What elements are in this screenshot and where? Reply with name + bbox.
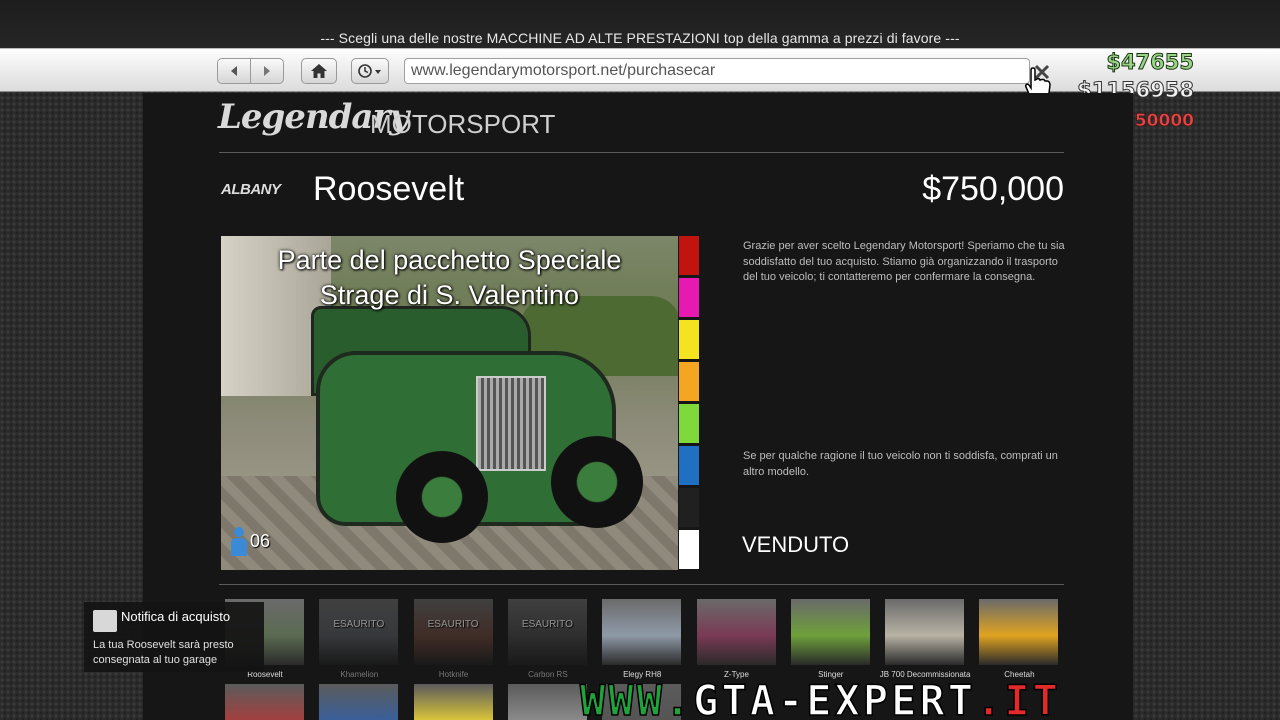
browser-icon	[93, 610, 117, 632]
color-swatch[interactable]	[679, 278, 699, 317]
color-swatch[interactable]	[679, 236, 699, 275]
site-tagline: --- Scegli una delle nostre MACCHINE AD …	[320, 30, 960, 46]
vehicle-thumbnail[interactable]: ESAURITO	[507, 599, 587, 665]
vehicle-thumbnail[interactable]	[413, 684, 493, 720]
url-field[interactable]: www.legendarymotorsport.net/purchasecar	[404, 58, 1030, 84]
notification-body: La tua Roosevelt sarà presto consegnata …	[93, 639, 234, 666]
unhappy-text: Se per qualche ragione il tuo veicolo no…	[743, 450, 1058, 478]
color-swatch[interactable]	[679, 530, 699, 569]
purchase-status: VENDUTO	[742, 532, 850, 557]
divider	[219, 584, 1064, 585]
vehicle-thumbnail[interactable]	[225, 684, 304, 720]
vehicle-thumbnail[interactable]	[319, 684, 399, 720]
thanks-text: Grazie per aver scelto Legendary Motorsp…	[743, 240, 1065, 283]
color-swatch[interactable]	[679, 446, 699, 485]
seat-count-value: 06	[250, 530, 271, 551]
vehicle-thumbnail[interactable]	[979, 599, 1059, 665]
watermark-part-2: GTA-EXPERT	[692, 675, 977, 720]
watermark-part-1: WWW.	[579, 675, 694, 720]
vehicle-name: Roosevelt	[313, 170, 465, 208]
special-pack-banner: Parte del pacchetto Speciale Strage di S…	[221, 243, 678, 313]
divider	[219, 152, 1064, 153]
purchase-notification: Notifica di acquisto La tua Roosevelt sa…	[84, 602, 264, 672]
vehicle-thumbnail[interactable]	[507, 684, 587, 720]
color-swatch[interactable]	[679, 488, 699, 527]
watermark-part-3: .IT	[975, 675, 1061, 720]
vehicle-thumbnail[interactable]	[602, 599, 682, 665]
person-icon	[231, 527, 247, 556]
color-swatch[interactable]	[679, 320, 699, 359]
vehicle-thumbnail[interactable]: ESAURITO	[319, 599, 399, 665]
color-swatch[interactable]	[679, 362, 699, 401]
vehicle-thumbnail[interactable]: ESAURITO	[413, 599, 493, 665]
vehicle-thumbnail-label: Hotknife	[438, 670, 469, 679]
color-swatch[interactable]	[679, 404, 699, 443]
sold-out-label: ESAURITO	[333, 619, 385, 630]
sold-out-label: ESAURITO	[521, 619, 573, 630]
seat-count: 06	[230, 526, 270, 556]
vehicle-thumbnail[interactable]	[790, 599, 870, 665]
back-arrow-icon[interactable]	[218, 59, 250, 83]
notification-title: Notifica di acquisto	[121, 609, 231, 624]
vehicle-thumbnail-label: Khamelion	[340, 670, 379, 679]
banner-line-2: Strage di S. Valentino	[319, 280, 580, 310]
cash-amount: $47655	[1106, 50, 1195, 75]
forward-arrow-icon[interactable]	[250, 59, 283, 83]
vehicle-thumbnail[interactable]	[696, 599, 776, 665]
site-logo-text: MOTORSPORT	[370, 109, 556, 139]
brand-logo: ALBANY	[221, 181, 281, 198]
home-icon[interactable]	[301, 58, 337, 84]
vehicle-thumbnail[interactable]	[885, 599, 965, 665]
banner-line-1: Parte del pacchetto Speciale	[277, 245, 622, 275]
clock-history-icon[interactable]	[351, 58, 389, 84]
sold-out-label: ESAURITO	[427, 619, 479, 630]
watermark: WWW.GTA-EXPERT.IT	[579, 675, 1061, 720]
vehicle-price: $750,000	[922, 170, 1064, 208]
nav-buttons	[217, 58, 284, 84]
